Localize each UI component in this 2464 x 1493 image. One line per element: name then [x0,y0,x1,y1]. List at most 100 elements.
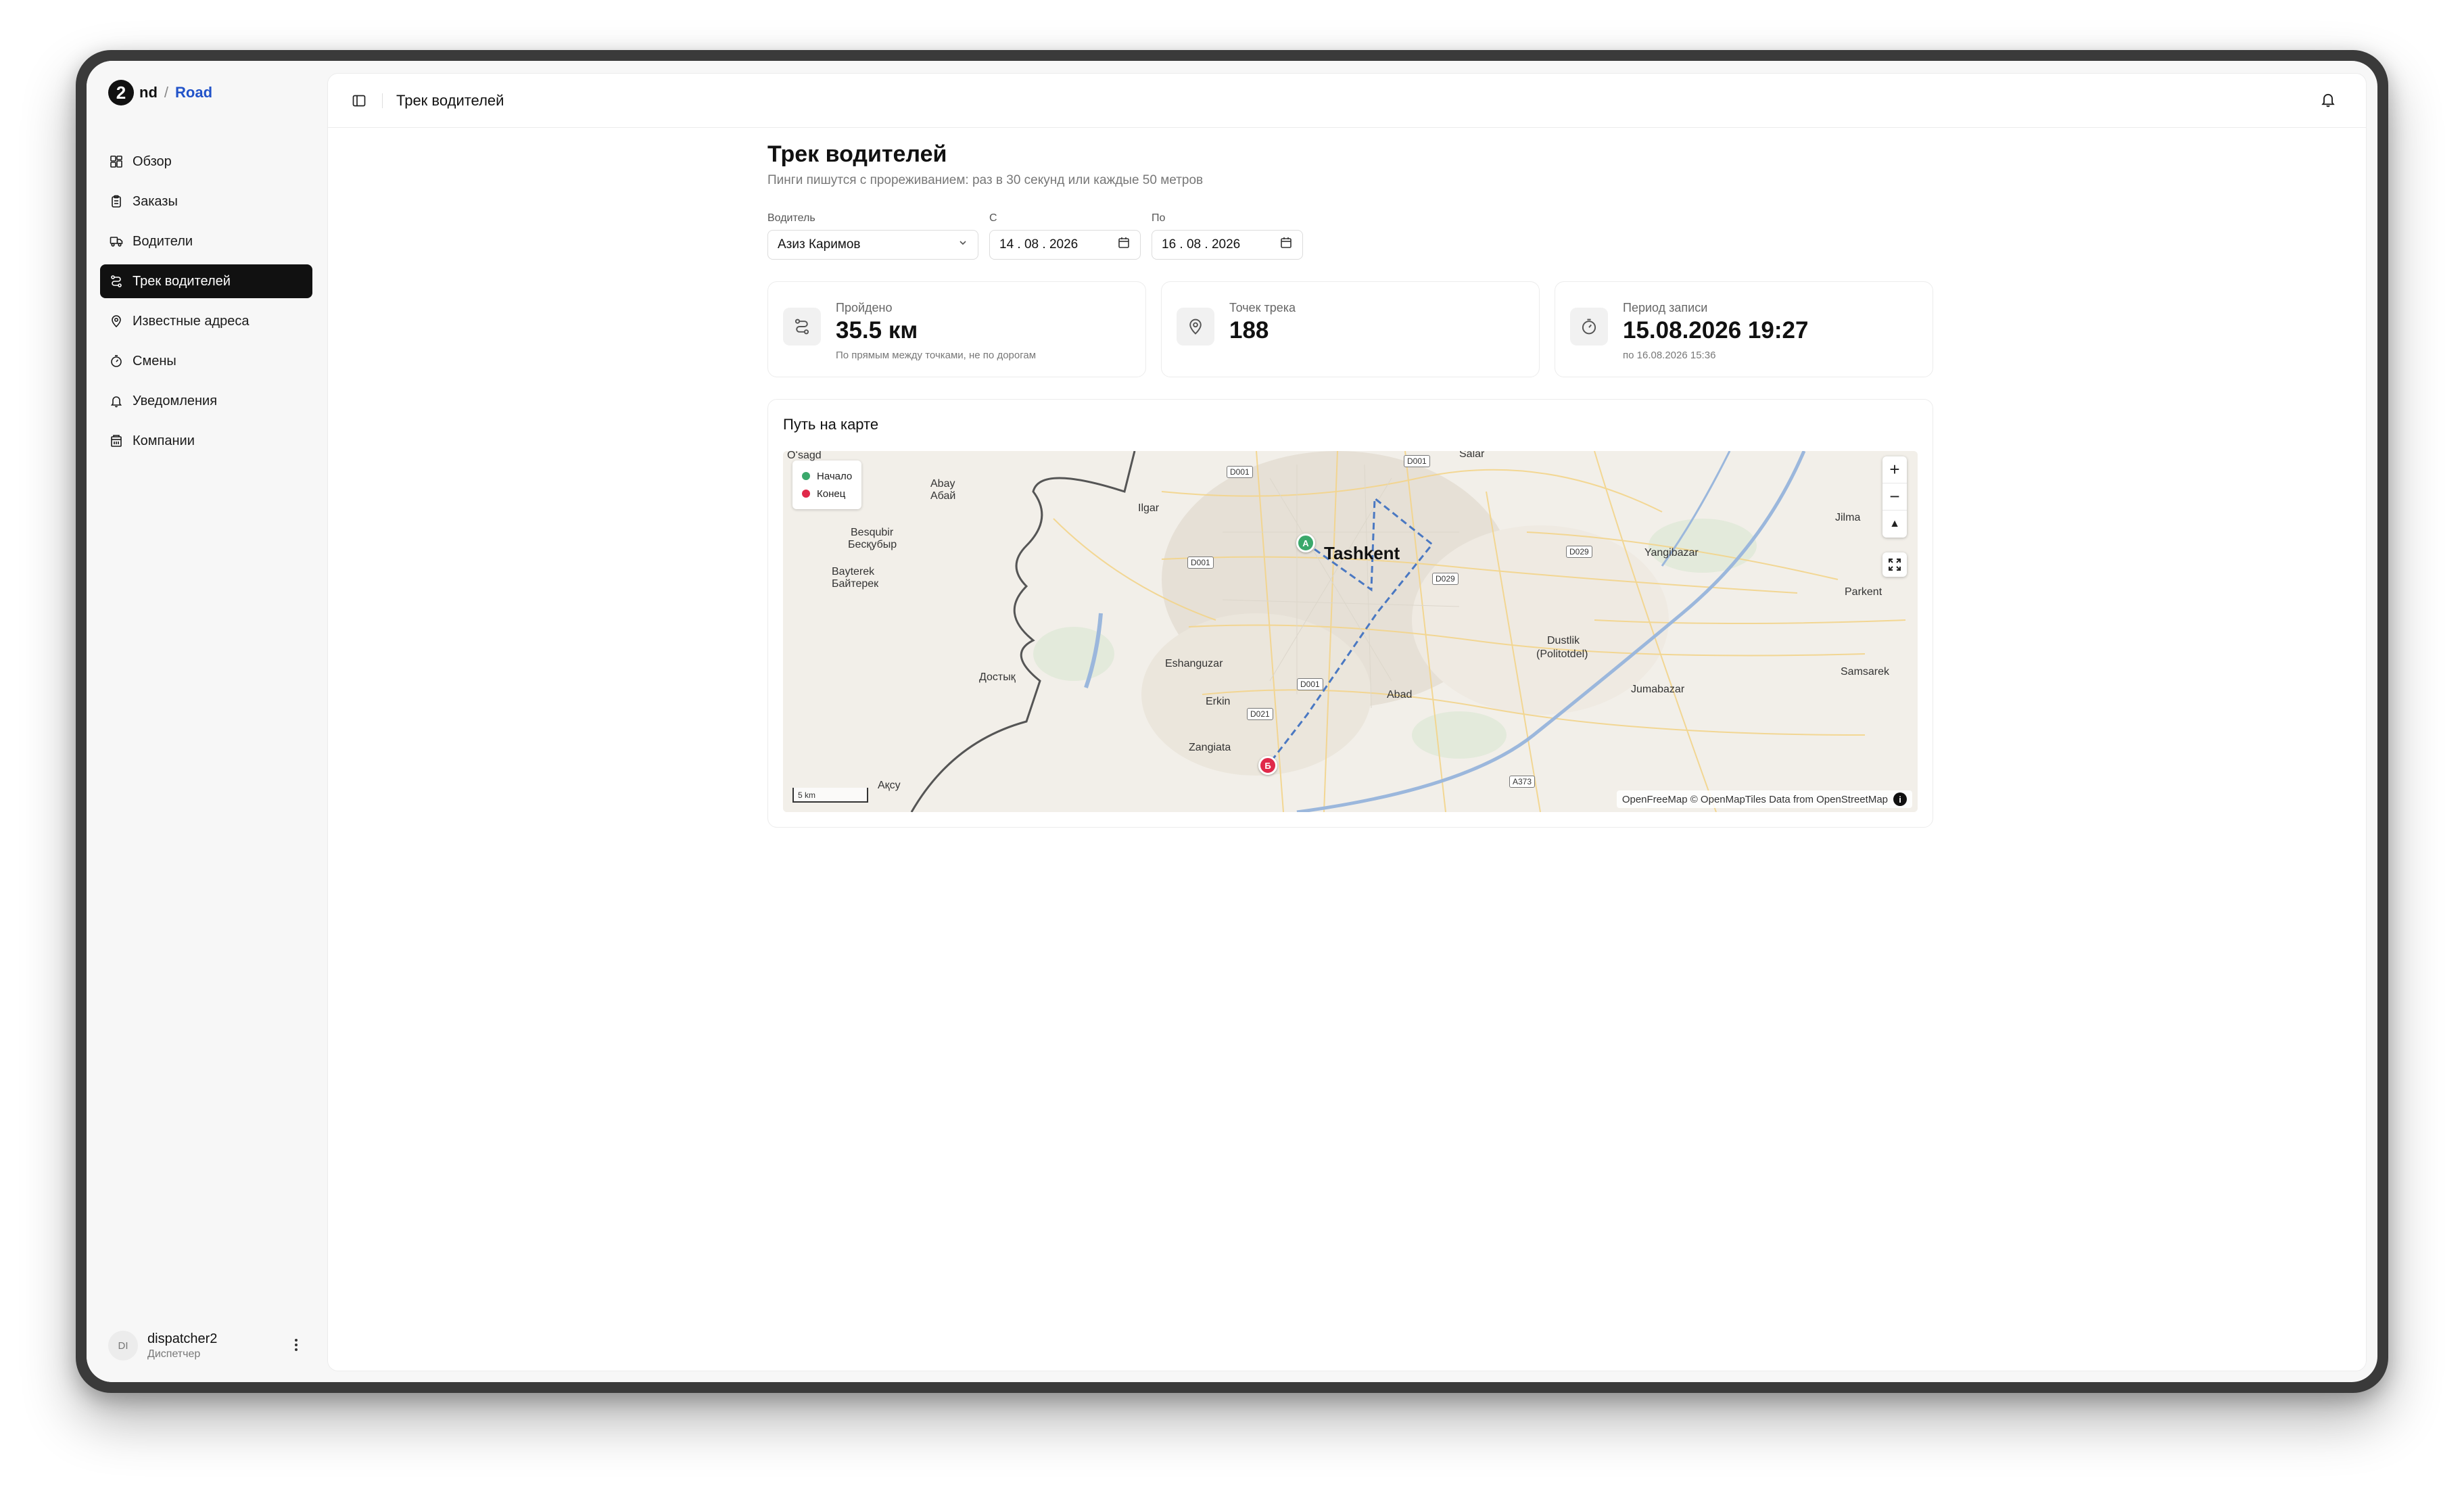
info-icon[interactable]: i [1893,792,1907,806]
sidebar: 2 nd / Road Обзор Заказы Водители Трек в… [87,61,327,1382]
sidebar-toggle-icon[interactable] [350,91,369,110]
compass-reset-button[interactable]: ▲ [1882,511,1907,538]
clipboard-icon [110,195,123,208]
map-legend: Начало Конец [792,460,862,509]
place-label: Достық [979,671,1016,683]
legend-end-label: Конец [817,488,846,500]
date-to-input[interactable]: 16 . 08 . 2026 [1152,230,1303,260]
app-window: 2 nd / Road Обзор Заказы Водители Трек в… [87,61,2377,1382]
calendar-icon[interactable] [1279,236,1293,254]
road-shield: A373 [1509,776,1536,788]
sidebar-item-known-addresses[interactable]: Известные адреса [100,304,312,338]
sidebar-item-label: Уведомления [133,393,218,408]
user-profile[interactable]: DI dispatcher2 Диспетчер [108,1327,311,1365]
sidebar-item-companies[interactable]: Компании [100,424,312,458]
logo-road: Road [175,84,213,101]
date-from-label: С [989,212,997,224]
place-label: Байтерек [832,578,879,590]
main-panel: Трек водителей Трек водителей Пинги пишу… [327,73,2367,1371]
sidebar-item-orders[interactable]: Заказы [100,185,312,218]
stat-label: Точек трека [1229,301,1296,314]
attribution-text[interactable]: OpenFreeMap © OpenMapTiles Data from Ope… [1622,794,1888,805]
timer-icon [1570,308,1608,346]
date-from-value: 14 . 08 . 2026 [999,237,1079,252]
road-shield: D029 [1432,573,1459,585]
sidebar-item-label: Водители [133,233,193,249]
driver-label: Водитель [767,212,815,224]
stat-card-points: Точек трека 188 [1161,281,1540,377]
end-dot [802,490,810,498]
user-role: Диспетчер [147,1348,201,1360]
more-vertical-icon[interactable] [288,1335,304,1355]
filters: Водитель Азиз Каримов С 14 . 08 . 2026 П… [767,212,1933,260]
place-label: Parkent [1845,586,1882,598]
sidebar-item-label: Обзор [133,153,172,169]
fullscreen-button[interactable] [1882,552,1907,577]
stat-note: По прямым между точками, не по дорогам [836,350,1037,361]
place-label: Абай [930,490,956,502]
route-icon [110,275,123,288]
sidebar-item-label: Смены [133,353,176,369]
bell-icon [110,394,123,408]
dashboard-icon [110,155,123,168]
route-start-marker[interactable]: А [1296,534,1315,552]
place-label: Abad [1387,689,1413,701]
road-shield: D029 [1566,546,1592,558]
sidebar-nav: Обзор Заказы Водители Трек водителей Изв… [100,145,312,464]
top-bar: Трек водителей [328,74,2366,128]
user-name: dispatcher2 [147,1331,218,1346]
stat-label: Пройдено [836,301,893,314]
notifications-bell-icon[interactable] [2320,91,2339,110]
sidebar-item-label: Компании [133,433,195,448]
road-shield: D001 [1297,678,1323,690]
place-label: Ilgar [1138,502,1160,514]
stat-label: Период записи [1623,301,1708,314]
driver-select[interactable]: Азиз Каримов [767,230,978,260]
topbar-divider [382,93,383,108]
stat-value: 188 [1229,317,1269,343]
chevron-down-icon [957,237,968,252]
stats-row: Пройдено 35.5 км По прямым между точками… [767,281,1933,377]
place-label: Erkin [1206,696,1231,707]
route-end-marker[interactable]: Б [1258,756,1277,775]
place-label: Ақсу [878,780,901,791]
route-icon [783,308,821,346]
avatar: DI [108,1331,138,1360]
stat-note: по 16.08.2026 15:36 [1623,350,1716,361]
device-frame: 2 nd / Road Обзор Заказы Водители Трек в… [76,50,2388,1393]
map-attribution: OpenFreeMap © OpenMapTiles Data from Ope… [1616,790,1912,808]
logo-slash: / [164,84,169,101]
logo-nd: nd [139,84,158,101]
place-label: Jilma [1835,512,1861,523]
place-label: Salar [1459,451,1485,460]
place-label: Besqubir [851,527,894,538]
map-view[interactable]: Начало Конец Tashkent Oʻsagd Salar Abay [783,451,1918,812]
road-shield: D021 [1247,708,1273,720]
calendar-icon[interactable] [1117,236,1131,254]
place-label: Bayterek [832,566,875,577]
building-icon [110,434,123,448]
zoom-out-button[interactable]: − [1882,483,1907,511]
place-label: Zangiata [1189,742,1231,753]
sidebar-item-overview[interactable]: Обзор [100,145,312,179]
stat-card-distance: Пройдено 35.5 км По прямым между точками… [767,281,1146,377]
sidebar-item-label: Трек водителей [133,273,231,289]
place-label: Eshanguzar [1165,658,1223,669]
sidebar-item-label: Заказы [133,193,178,209]
stat-card-period: Период записи 15.08.2026 19:27 по 16.08.… [1555,281,1933,377]
map-title: Путь на карте [783,416,879,433]
place-label: Бесқубыр [848,539,897,550]
breadcrumb: Трек водителей [396,91,504,109]
place-label: (Politotdel) [1536,648,1588,660]
sidebar-item-driver-track[interactable]: Трек водителей [100,264,312,298]
zoom-in-button[interactable]: + [1882,456,1907,483]
sidebar-item-drivers[interactable]: Водители [100,224,312,258]
driver-select-value: Азиз Каримов [778,237,861,252]
start-dot [802,472,810,480]
app-logo[interactable]: 2 nd / Road [108,80,212,105]
date-from-input[interactable]: 14 . 08 . 2026 [989,230,1141,260]
sidebar-item-shifts[interactable]: Смены [100,344,312,378]
road-shield: D001 [1404,455,1430,467]
sidebar-item-notifications[interactable]: Уведомления [100,384,312,418]
truck-icon [110,235,123,248]
